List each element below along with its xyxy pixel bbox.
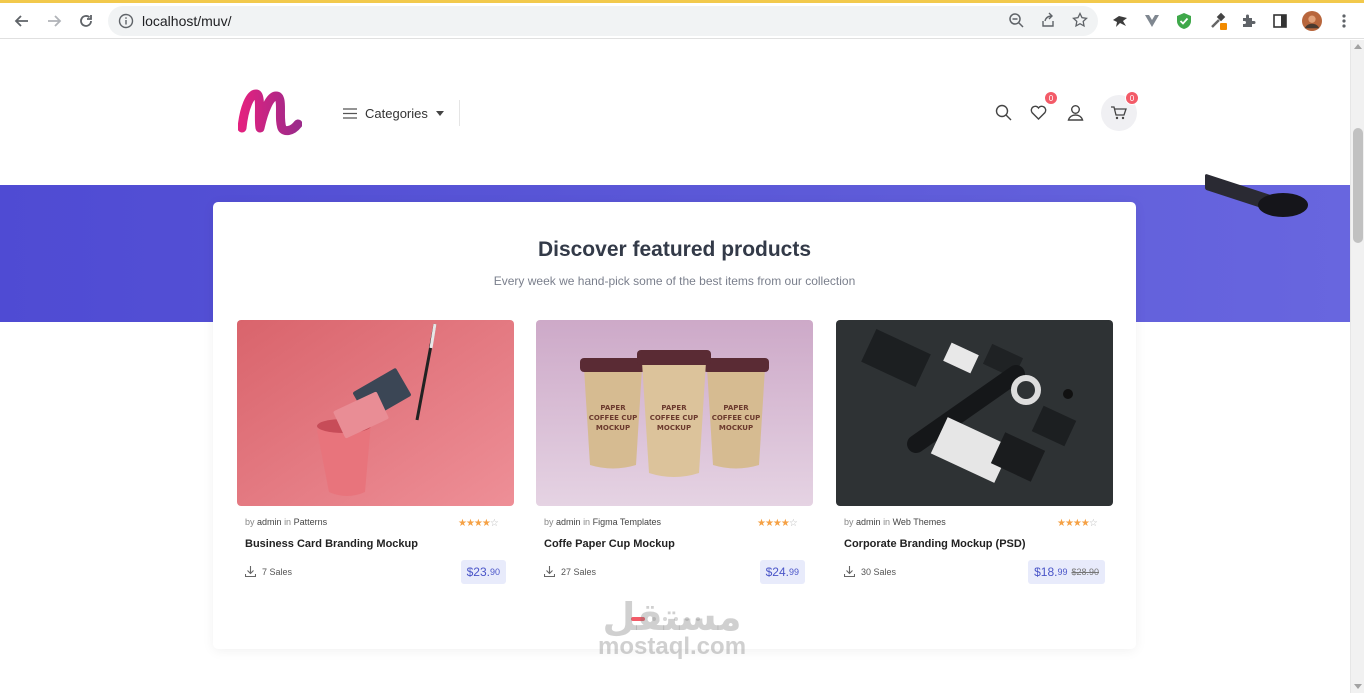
back-icon[interactable] xyxy=(10,9,34,33)
product-meta: by admin in Web Themes xyxy=(844,517,946,527)
site-info-icon[interactable] xyxy=(118,13,134,34)
watermark-latin: mostaql.com xyxy=(598,633,747,660)
scroll-up-arrow-icon[interactable] xyxy=(1354,44,1362,49)
web-page: Categories 0 0 Discover featured product… xyxy=(0,40,1350,693)
svg-text:MOCKUP: MOCKUP xyxy=(719,424,753,432)
product-sales: 7 Sales xyxy=(245,566,292,577)
extension-shield-icon[interactable] xyxy=(1174,11,1194,31)
svg-text:PAPER: PAPER xyxy=(723,404,749,412)
product-sales: 30 Sales xyxy=(844,566,896,577)
browser-toolbar: localhost/muv/ xyxy=(0,3,1364,39)
featured-products-section: Discover featured products Every week we… xyxy=(213,202,1136,649)
extension-bird-icon[interactable] xyxy=(1110,11,1130,31)
product-name[interactable]: Business Card Branding Mockup xyxy=(245,538,418,550)
zoom-icon[interactable] xyxy=(1006,10,1026,30)
svg-text:MOCKUP: MOCKUP xyxy=(657,424,691,432)
extensions-puzzle-icon[interactable] xyxy=(1238,11,1258,31)
svg-text:MOCKUP: MOCKUP xyxy=(596,424,630,432)
bookmark-star-icon[interactable] xyxy=(1070,10,1090,30)
side-panel-icon[interactable] xyxy=(1270,11,1290,31)
section-subtitle: Every week we hand-pick some of the best… xyxy=(493,274,856,288)
rating-stars: ★★★★☆ xyxy=(1057,518,1098,529)
product-image-business-card[interactable] xyxy=(237,320,514,506)
extension-tool-icon[interactable] xyxy=(1208,11,1228,31)
search-icon[interactable] xyxy=(993,102,1013,122)
rating-stars: ★★★★☆ xyxy=(757,518,798,529)
product-image-coffee-cup[interactable]: PAPER COFFEE CUP MOCKUP PAPER COFFEE CUP MOC… xyxy=(536,320,813,506)
categories-menu[interactable]: Categories xyxy=(343,106,444,121)
browser-menu-icon[interactable] xyxy=(1334,11,1354,31)
svg-text:COFFEE CUP: COFFEE CUP xyxy=(712,414,761,422)
wishlist-count-badge: 0 xyxy=(1044,91,1058,105)
wishlist-heart-icon[interactable] xyxy=(1028,102,1048,122)
cart-count-badge: 0 xyxy=(1125,91,1139,105)
product-image-corporate-branding[interactable] xyxy=(836,320,1113,506)
download-icon xyxy=(544,566,555,577)
hamburger-icon xyxy=(343,108,357,119)
mouse-decoration xyxy=(1258,193,1308,217)
product-sales: 27 Sales xyxy=(544,566,596,577)
cart-icon xyxy=(1111,106,1127,120)
svg-text:COFFEE CUP: COFFEE CUP xyxy=(589,414,638,422)
page-scrollbar[interactable] xyxy=(1350,40,1364,693)
address-bar[interactable]: localhost/muv/ xyxy=(108,6,1098,36)
product-name[interactable]: Coffe Paper Cup Mockup xyxy=(544,538,675,550)
product-price: $18. 99 $28.90 xyxy=(1028,560,1105,584)
forward-icon[interactable] xyxy=(42,9,66,33)
scroll-down-arrow-icon[interactable] xyxy=(1354,684,1362,689)
product-name[interactable]: Corporate Branding Mockup (PSD) xyxy=(844,538,1026,550)
url-text: localhost/muv/ xyxy=(142,13,232,29)
download-icon xyxy=(245,566,256,577)
extension-vue-icon[interactable] xyxy=(1142,11,1162,31)
download-icon xyxy=(844,566,855,577)
svg-text:PAPER: PAPER xyxy=(600,404,626,412)
product-meta: by admin in Figma Templates xyxy=(544,517,661,527)
product-meta: by admin in Patterns xyxy=(245,517,328,527)
rating-stars: ★★★★☆ xyxy=(458,518,499,529)
old-price: $28.90 xyxy=(1071,567,1099,577)
profile-avatar[interactable] xyxy=(1302,11,1322,31)
product-price: $23. 90 xyxy=(460,560,506,584)
reload-icon[interactable] xyxy=(74,9,98,33)
share-icon[interactable] xyxy=(1038,10,1058,30)
site-logo[interactable] xyxy=(237,88,303,141)
svg-text:COFFEE CUP: COFFEE CUP xyxy=(650,414,699,422)
user-account-icon[interactable] xyxy=(1065,102,1085,122)
watermark: مستقل mostaql.com xyxy=(598,595,746,661)
svg-text:PAPER: PAPER xyxy=(661,404,687,412)
product-price: $24. 99 xyxy=(759,560,805,584)
caret-down-icon xyxy=(435,111,444,116)
header-divider xyxy=(459,100,460,126)
categories-label: Categories xyxy=(365,106,428,121)
section-title: Discover featured products xyxy=(537,238,812,261)
scroll-thumb[interactable] xyxy=(1353,128,1363,243)
